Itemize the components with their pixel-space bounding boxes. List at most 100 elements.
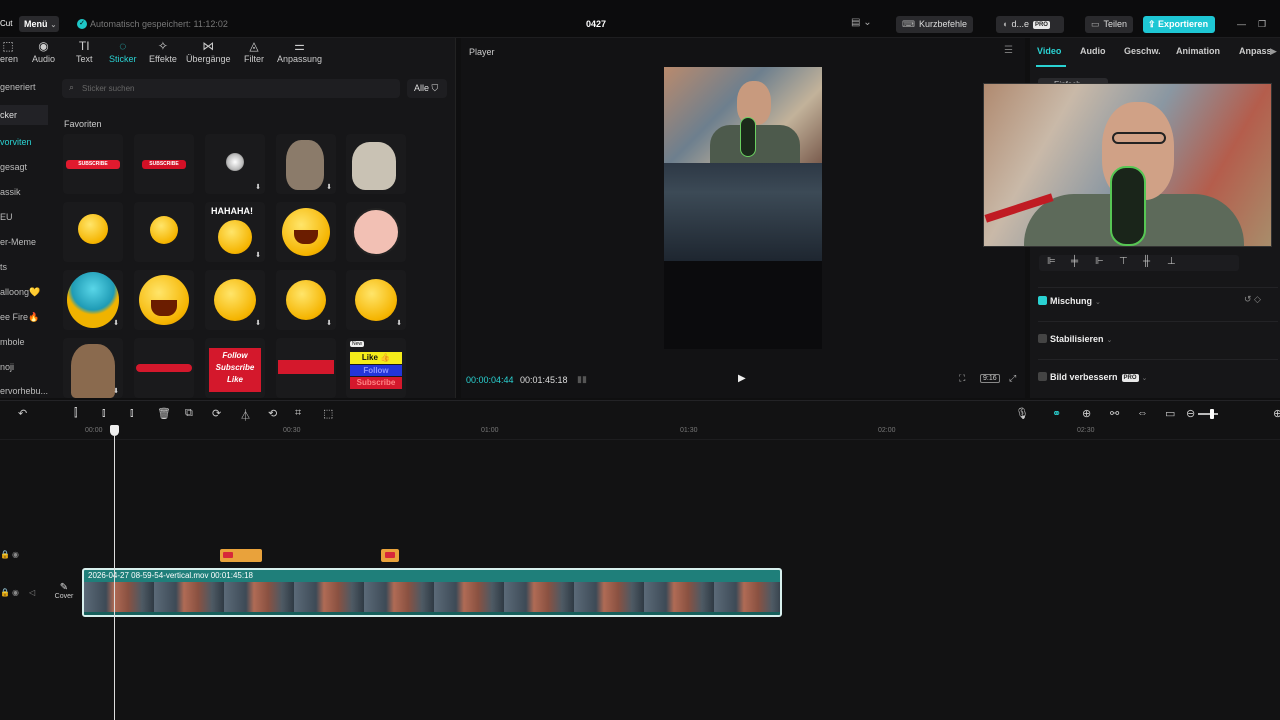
sticker-emoji-shock[interactable]: ⬇ <box>63 270 123 330</box>
sticker-cat-meme[interactable] <box>346 134 406 194</box>
filter-dropdown[interactable]: Alle ⛉ <box>407 79 447 98</box>
category-item[interactable]: assik <box>0 187 21 197</box>
sticker-glow-dot[interactable]: ⬇ <box>205 134 265 194</box>
sticker-emoji-pink[interactable] <box>346 202 406 262</box>
tab-audio[interactable]: Audio <box>1080 46 1106 56</box>
sticker-emoji-hahaha[interactable]: HAHAHA! ⬇ <box>205 202 265 262</box>
category-item-favorites[interactable]: vorviten <box>0 137 32 147</box>
tab-audio[interactable]: ◉ Audio <box>32 40 55 65</box>
maximize-icon[interactable]: ❐ <box>1258 19 1266 30</box>
category-item[interactable]: EU <box>0 212 13 222</box>
align-left-icon[interactable]: ⊫ <box>1047 256 1056 267</box>
layout-icon[interactable]: ▤ ⌄ <box>851 17 872 28</box>
shortcuts-button[interactable]: ⌨ Kurzbefehle <box>896 16 974 33</box>
timeline-mode-icon[interactable]: ▮▮ <box>577 374 587 385</box>
category-item[interactable]: generiert <box>0 82 36 92</box>
project-title[interactable]: 0427 <box>586 19 606 29</box>
sticker-emoji-hug[interactable] <box>134 202 194 262</box>
menu-icon[interactable]: ☰ <box>1004 45 1013 56</box>
tab-video[interactable]: Video <box>1037 46 1061 56</box>
video-preview[interactable] <box>664 67 822 349</box>
align-bottom-icon[interactable]: ⊥ <box>1167 256 1176 267</box>
share-button[interactable]: ▭ Teilen <box>1085 16 1134 33</box>
sticker-like-follow-subscribe[interactable]: Like 👍 Follow Subscribe New <box>346 338 406 398</box>
sticker-red-banner[interactable] <box>276 338 336 398</box>
split-left-icon[interactable]: ⫾ <box>102 407 106 420</box>
menu-button[interactable]: Menü ⌄ <box>19 16 59 32</box>
auto-reframe-icon[interactable]: ⬚ <box>323 407 333 420</box>
snap-icon[interactable]: ⊕ <box>1082 407 1091 420</box>
enhance-row[interactable]: Bild verbessern PRO ⌄ <box>1038 372 1147 382</box>
fit-screen-icon[interactable]: ⛶ <box>959 373 965 384</box>
video-clip[interactable]: 2026-04-27 08-59-54-vertical.mov 00:01:4… <box>82 568 782 617</box>
fullscreen-icon[interactable]: ⤢ <box>1009 373 1016 384</box>
user-button[interactable]: ◖ d...e PRO <box>996 16 1064 33</box>
align-center-icon[interactable]: ╪ <box>1071 256 1078 267</box>
stabilize-row[interactable]: Stabilisieren ⌄ <box>1038 334 1112 344</box>
sticker-clip[interactable] <box>220 549 262 562</box>
more-tabs-icon[interactable]: ▶ <box>1270 46 1277 57</box>
playhead-line[interactable] <box>114 435 115 720</box>
sticker-cat-thumbs[interactable]: ⬇ <box>276 134 336 194</box>
sticker-emoji-grin[interactable] <box>134 270 194 330</box>
rotate-icon[interactable]: ⟲ <box>268 407 277 420</box>
sticker-emoji-laugh[interactable] <box>276 202 336 262</box>
delete-icon[interactable]: 🗑 <box>157 407 171 420</box>
tab-sticker[interactable]: ◌ Sticker <box>109 40 137 65</box>
zoom-slider-track[interactable] <box>1198 413 1218 415</box>
speaker-icon[interactable]: ◁ <box>29 588 35 597</box>
category-item[interactable]: alloong💛 <box>0 287 40 298</box>
tab-adjust[interactable]: ⚌ Anpassung <box>277 40 322 65</box>
reset-keyframe-icons[interactable]: ↺ ◇ <box>1244 294 1261 305</box>
preview-axis-icon[interactable]: ⇔ <box>1137 407 1148 419</box>
sticker-emoji-wave[interactable] <box>63 202 123 262</box>
aspect-ratio-button[interactable]: 9:16 <box>980 374 1000 383</box>
tab-import[interactable]: ⬚ ieren <box>0 40 18 65</box>
category-item[interactable]: ervorhebu... <box>0 386 48 396</box>
align-middle-icon[interactable]: ╫ <box>1143 256 1150 267</box>
zoom-in-icon[interactable]: ⊕ <box>1273 407 1280 420</box>
sticker-follow-subscribe-like[interactable]: Follow Subscribe Like <box>205 338 265 398</box>
eye-icon[interactable]: ◉ <box>12 550 19 559</box>
category-item[interactable]: cker <box>0 110 17 120</box>
category-item[interactable]: noji <box>0 362 14 372</box>
eye-icon[interactable]: ◉ <box>12 588 19 597</box>
enhance-checkbox[interactable] <box>1038 372 1047 381</box>
blend-row[interactable]: Mischung ⌄ <box>1038 296 1101 306</box>
cover-button[interactable]: ✎ Cover <box>53 582 75 606</box>
category-item[interactable]: er-Meme <box>0 237 36 247</box>
zoom-out-icon[interactable]: ⊖ <box>1186 407 1195 420</box>
crop-icon[interactable]: ⌗ <box>295 407 301 420</box>
sticker-red-bar[interactable] <box>134 338 194 398</box>
mirror-icon[interactable]: ⏃ <box>240 407 251 423</box>
microphone-icon[interactable]: 🎙 <box>1015 407 1029 420</box>
sticker-subscribe-1[interactable]: SUBSCRIBE <box>63 134 123 194</box>
tab-filter[interactable]: ◬ Filter <box>244 40 264 65</box>
link-icon[interactable]: ⚭ <box>1052 407 1061 420</box>
sticker-subscribe-2[interactable]: SUBSCRIBE <box>134 134 194 194</box>
play-icon[interactable]: ▶ <box>738 373 746 384</box>
sticker-emoji-smile[interactable]: ⬇ <box>205 270 265 330</box>
tab-transitions[interactable]: ⋈ Übergänge <box>186 40 231 65</box>
undo-icon[interactable]: ↶ <box>18 407 27 420</box>
align-top-icon[interactable]: ⊤ <box>1119 256 1128 267</box>
category-item[interactable]: ts <box>0 262 7 272</box>
sticker-emoji-wink[interactable]: ⬇ <box>276 270 336 330</box>
minimize-icon[interactable]: — <box>1237 19 1246 29</box>
sticker-clip[interactable] <box>381 549 399 562</box>
sticker-cat-photo[interactable]: ⬇ <box>63 338 123 398</box>
lock-icon[interactable]: 🔒 <box>0 550 10 559</box>
category-item[interactable]: gesagt <box>0 162 27 172</box>
stabilize-checkbox[interactable] <box>1038 334 1047 343</box>
tab-effects[interactable]: ✧ Effekte <box>149 40 177 65</box>
sticker-emoji-cry[interactable]: ⬇ <box>346 270 406 330</box>
sticker-search-input[interactable]: ⌕ Sticker suchen <box>62 79 400 98</box>
freeze-icon[interactable]: ⧉ <box>185 407 193 420</box>
blend-checkbox[interactable] <box>1038 296 1047 305</box>
tab-adjust[interactable]: Anpass <box>1239 46 1272 56</box>
align-right-icon[interactable]: ⊩ <box>1095 256 1104 267</box>
tab-animation[interactable]: Animation <box>1176 46 1220 56</box>
export-button[interactable]: ⇪ Exportieren <box>1143 16 1215 33</box>
link-clips-icon[interactable]: ⚯ <box>1110 407 1119 420</box>
split-right-icon[interactable]: ⫾ <box>130 407 134 420</box>
